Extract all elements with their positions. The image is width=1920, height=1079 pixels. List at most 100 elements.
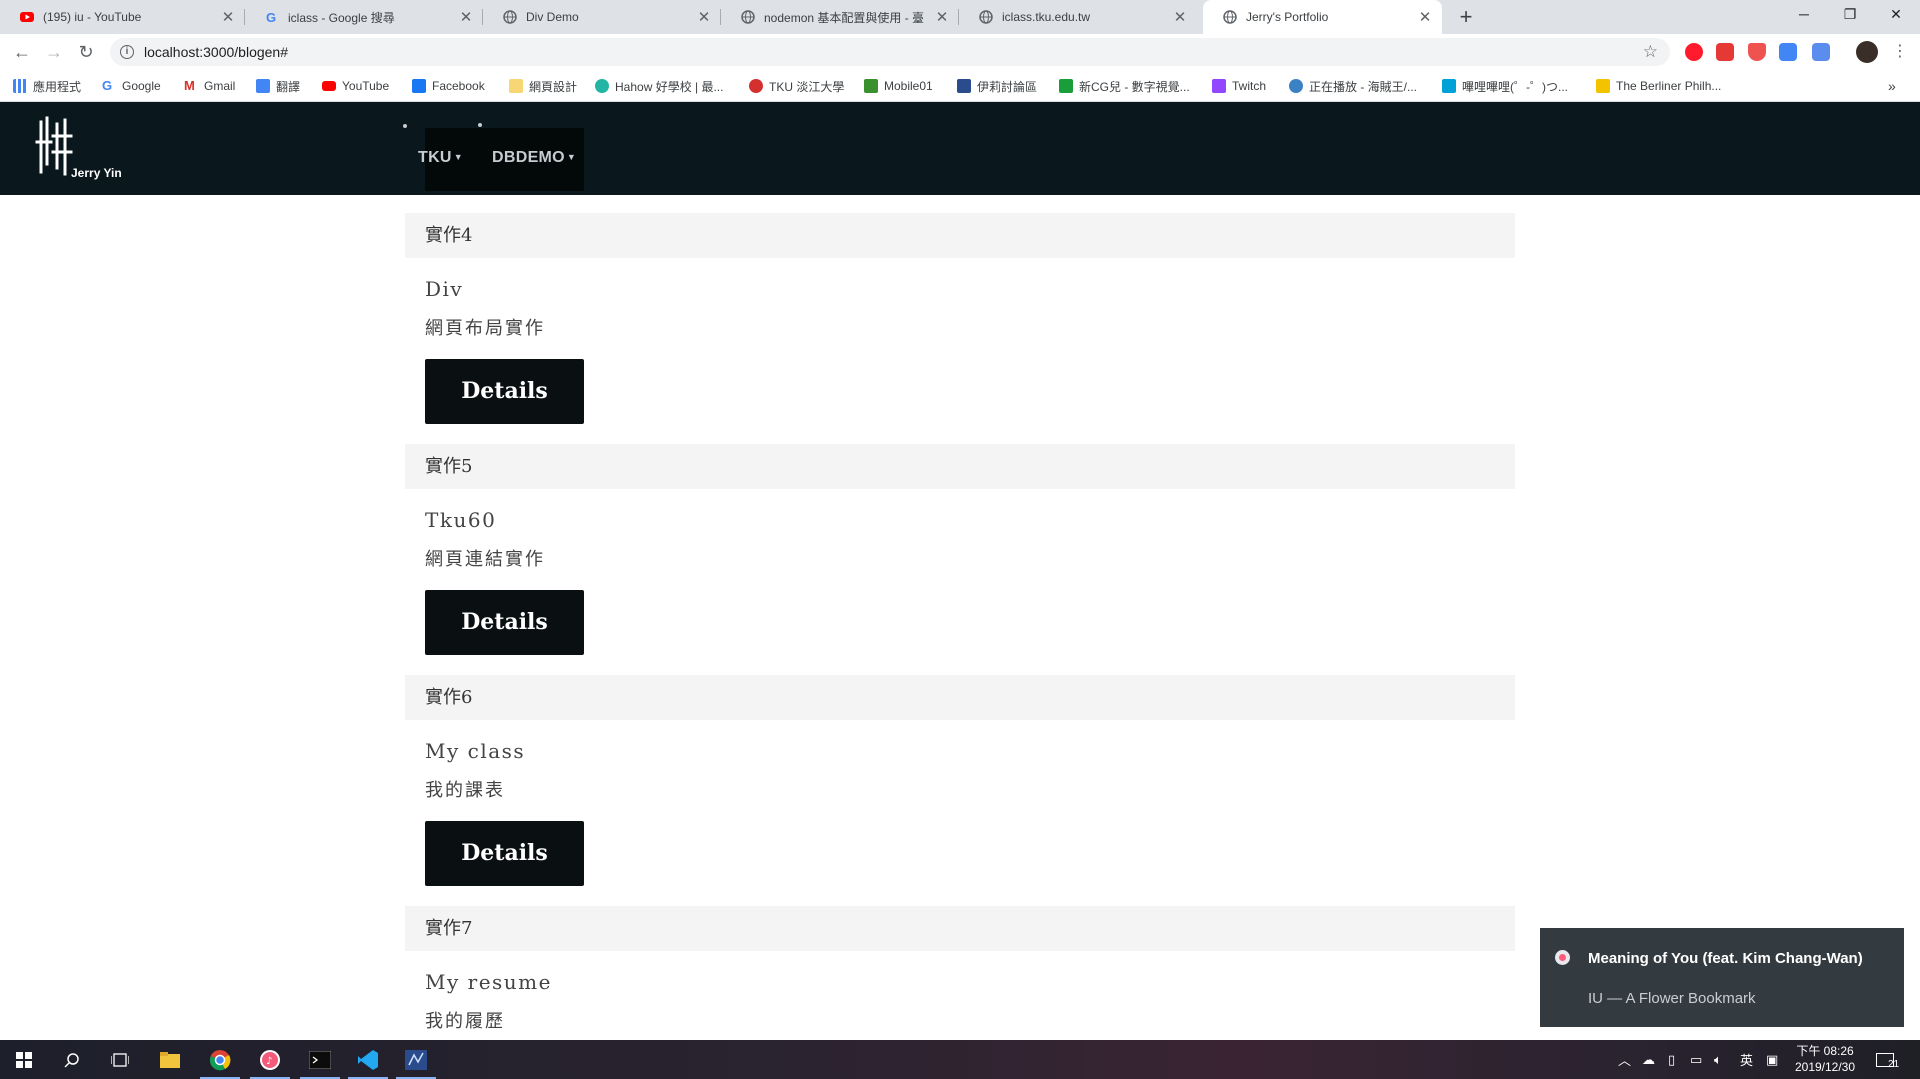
search-icon[interactable] (48, 1040, 96, 1079)
translate-extension-icon[interactable] (1779, 43, 1797, 61)
details-button[interactable]: Details (425, 359, 584, 424)
details-button[interactable]: Details (425, 590, 584, 655)
bookmark-hahow[interactable]: Hahow 好學校 | 最... (595, 70, 723, 102)
bookmarks-overflow-icon[interactable]: » (1888, 70, 1896, 102)
card-body: Div 網頁布局實作 Details (405, 258, 1515, 444)
close-icon[interactable]: ✕ (459, 8, 473, 26)
card-title: My class (425, 739, 526, 763)
globe-icon (979, 10, 993, 24)
onedrive-cloud-icon[interactable]: ☁ (1642, 1040, 1655, 1079)
toast-subtitle: IU — A Flower Bookmark (1588, 990, 1756, 1007)
extension-icon[interactable] (1716, 43, 1734, 61)
bilibili-icon (1442, 79, 1456, 93)
action-center-icon[interactable]: 21 (1876, 1040, 1899, 1079)
new-tab-button[interactable]: + (1453, 4, 1479, 30)
calendar-extension-icon[interactable] (1812, 43, 1830, 61)
close-icon[interactable]: ✕ (935, 8, 949, 26)
bookmark-gmail[interactable]: M Gmail (184, 70, 235, 102)
bookmark-star-icon[interactable]: ☆ (1643, 42, 1658, 62)
tab-title: iclass - Google 搜尋 (288, 10, 395, 25)
minimize-button[interactable]: ─ (1781, 0, 1827, 30)
anime-icon (1289, 79, 1303, 93)
close-icon[interactable]: ✕ (1173, 8, 1187, 26)
bookmark-translate[interactable]: 翻譯 (256, 70, 300, 102)
details-button[interactable]: Details (425, 821, 584, 886)
site-logo[interactable]: Jerry Yin (35, 116, 122, 183)
bookmark-youtube[interactable]: YouTube (322, 70, 389, 102)
card-text: 網頁布局實作 (425, 318, 545, 338)
tab-portfolio[interactable]: Jerry's Portfolio ✕ (1203, 0, 1442, 34)
bookmark-google[interactable]: G Google (102, 70, 161, 102)
profile-avatar[interactable] (1856, 41, 1878, 63)
nav-dropdown-tku[interactable]: TKU ▼ (418, 149, 463, 167)
terminal-icon[interactable] (296, 1040, 344, 1079)
browser-toolbar: ← → ↻ i localhost:3000/blogen# ☆ ⋮ (0, 34, 1920, 70)
bookmark-eyny[interactable]: 伊莉討論區 (957, 70, 1037, 102)
svg-text:♪: ♪ (266, 1056, 272, 1067)
tab-iclass[interactable]: iclass.tku.edu.tw ✕ (959, 0, 1197, 34)
bookmark-label: Gmail (204, 79, 236, 93)
back-arrow-icon[interactable]: ← (8, 38, 36, 66)
ime-mode-icon[interactable]: ▣ (1766, 1040, 1778, 1079)
bookmark-label: Twitch (1232, 79, 1267, 93)
bookmark-anime[interactable]: 正在播放 - 海賊王/... (1289, 70, 1417, 102)
clock-time: 下午 08:26 (1796, 1044, 1854, 1058)
tab-title: Div Demo (526, 10, 579, 24)
caret-down-icon: ▼ (453, 152, 464, 162)
task-view-icon[interactable] (96, 1040, 144, 1079)
tab-nodemon[interactable]: nodemon 基本配置與使用 - 臺 ✕ (721, 0, 959, 34)
bookmark-mobile01[interactable]: Mobile01 (864, 70, 933, 102)
project-list: 實作4 Div 網頁布局實作 Details 實作5 Tku60 網頁連結實作 … (405, 213, 1515, 1072)
card-header: 實作6 (405, 675, 1515, 720)
info-icon[interactable]: i (120, 45, 134, 59)
itunes-icon[interactable]: ♪ (246, 1040, 294, 1079)
nav-dropdown-dbdemo[interactable]: DBDEMO ▼ (492, 149, 576, 167)
bookmark-label: Facebook (432, 79, 485, 93)
tab-title: nodemon 基本配置與使用 - 臺 (764, 10, 925, 25)
maximize-button[interactable]: ❐ (1827, 0, 1873, 30)
close-icon[interactable]: ✕ (697, 8, 711, 26)
reload-icon[interactable]: ↻ (72, 38, 100, 66)
usb-device-icon[interactable]: ▯ (1668, 1040, 1675, 1079)
windows-start-icon[interactable] (0, 1040, 48, 1079)
tab-div-demo[interactable]: Div Demo ✕ (483, 0, 721, 34)
system-clock[interactable]: 下午 08:26 2019/12/30 (1790, 1043, 1860, 1075)
bookmark-berliner[interactable]: The Berliner Philh... (1596, 70, 1721, 102)
hahow-icon (595, 79, 609, 93)
address-bar[interactable]: i localhost:3000/blogen# ☆ (110, 38, 1670, 66)
bookmark-folder-webdesign[interactable]: 網頁設計 (509, 70, 577, 102)
card-text: 網頁連結實作 (425, 549, 545, 569)
bookmark-tku[interactable]: TKU 淡江大學 (749, 70, 844, 102)
globe-icon (741, 10, 755, 24)
vscode-icon[interactable] (344, 1040, 392, 1079)
svg-text:G: G (266, 10, 276, 24)
bookmark-label: Mobile01 (884, 79, 933, 93)
close-icon[interactable]: ✕ (221, 8, 235, 26)
url-text: localhost:3000/blogen# (144, 44, 289, 60)
bookmark-facebook[interactable]: Facebook (412, 70, 485, 102)
cgjoy-icon (1059, 79, 1073, 93)
tab-google-search[interactable]: G iclass - Google 搜尋 ✕ (245, 0, 483, 34)
window-close-button[interactable]: ✕ (1873, 0, 1919, 30)
tab-youtube[interactable]: (195) iu - YouTube ✕ (0, 0, 245, 34)
file-explorer-icon[interactable] (146, 1040, 194, 1079)
close-icon[interactable]: ✕ (1418, 8, 1432, 26)
now-playing-toast[interactable]: Meaning of You (feat. Kim Chang-Wan) IU … (1540, 928, 1904, 1027)
logo-glyph-icon (35, 116, 73, 176)
opera-extension-icon[interactable] (1685, 43, 1703, 61)
tab-strip: (195) iu - YouTube ✕ G iclass - Google 搜… (0, 0, 1920, 34)
menu-kebab-icon[interactable]: ⋮ (1886, 38, 1914, 66)
bookmark-bilibili[interactable]: 嗶哩嗶哩(゜-゜)つ... (1442, 70, 1568, 102)
forward-arrow-icon[interactable]: → (40, 38, 68, 66)
ime-indicator[interactable]: 英 (1740, 1040, 1753, 1079)
volume-icon[interactable]: 🔈︎ (1714, 1040, 1722, 1079)
app-icon[interactable] (392, 1040, 440, 1079)
tray-overflow-icon[interactable]: ︿ (1618, 1040, 1631, 1079)
bookmark-apps[interactable]: 應用程式 (13, 70, 81, 102)
bookmark-cgjoy[interactable]: 新CG兒 - 數字視覺... (1059, 70, 1190, 102)
network-icon[interactable]: ▭ (1690, 1040, 1702, 1079)
folder-icon (509, 79, 523, 93)
chrome-icon[interactable] (196, 1040, 244, 1079)
bookmark-twitch[interactable]: Twitch (1212, 70, 1266, 102)
pocket-icon[interactable] (1748, 43, 1766, 61)
